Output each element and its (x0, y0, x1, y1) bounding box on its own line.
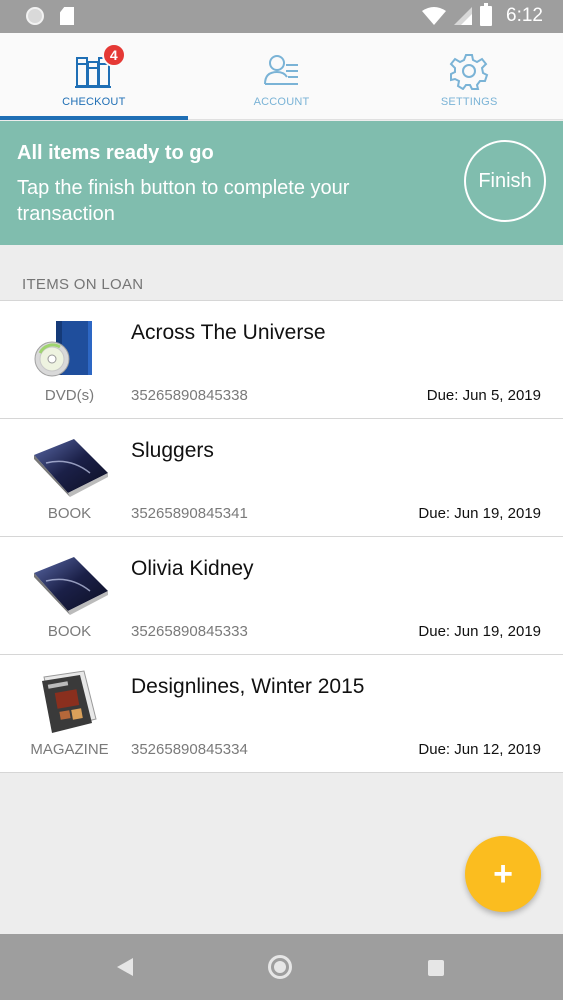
tab-settings[interactable]: SETTINGS (375, 33, 563, 119)
item-due-date: Due: Jun 12, 2019 (418, 741, 541, 758)
tab-account[interactable]: ACCOUNT (188, 33, 376, 119)
tab-account-label: ACCOUNT (253, 96, 310, 108)
battery-icon (480, 3, 493, 26)
item-barcode: 35265890845338 (131, 387, 248, 404)
recents-icon[interactable] (428, 960, 444, 976)
tab-settings-label: SETTINGS (440, 96, 498, 108)
item-due-date: Due: Jun 19, 2019 (418, 623, 541, 640)
books-icon: 4 (74, 43, 126, 90)
magazine-icon (30, 669, 110, 735)
item-due-date: Due: Jun 5, 2019 (426, 387, 541, 404)
status-bar: 6:12 (0, 0, 563, 33)
banner-title: All items ready to go (17, 142, 214, 164)
sd-card-icon (60, 7, 74, 25)
list-item[interactable]: DVD(s) Across The Universe 3526589084533… (0, 301, 563, 419)
list-item[interactable]: BOOK Sluggers 35265890845341 Due: Jun 19… (0, 419, 563, 537)
item-type: DVD(s) (44, 387, 95, 404)
item-title: Sluggers (131, 439, 214, 462)
loan-items-list: DVD(s) Across The Universe 3526589084533… (0, 300, 563, 773)
system-nav-bar (0, 934, 563, 1000)
item-title: Olivia Kidney (131, 557, 254, 580)
user-card-icon (262, 52, 302, 90)
item-barcode: 35265890845341 (131, 505, 248, 522)
circle-icon (26, 7, 44, 25)
wifi-icon (422, 7, 447, 25)
book-icon (30, 551, 110, 617)
list-item[interactable]: BOOK Olivia Kidney 35265890845333 Due: J… (0, 537, 563, 655)
finish-button[interactable]: Finish (464, 140, 546, 222)
tab-checkout[interactable]: 4 CHECKOUT (0, 33, 188, 120)
home-icon[interactable] (268, 955, 292, 979)
item-type: MAGAZINE (30, 741, 109, 758)
item-type: BOOK (47, 623, 92, 640)
active-tab-indicator (0, 116, 188, 120)
tab-bar: 4 CHECKOUT ACCOUNT SETTINGS (0, 33, 563, 120)
item-title: Across The Universe (131, 321, 326, 344)
gear-icon (449, 52, 489, 91)
signal-icon (454, 7, 473, 25)
book-icon (30, 433, 110, 499)
checkout-count-badge: 4 (101, 43, 126, 67)
banner-text: Tap the finish button to complete your t… (17, 177, 350, 225)
item-due-date: Due: Jun 19, 2019 (418, 505, 541, 522)
tab-checkout-label: CHECKOUT (62, 96, 126, 108)
clock: 6:12 (506, 5, 543, 26)
dvd-icon (30, 315, 110, 381)
add-item-button[interactable]: + (465, 836, 541, 912)
back-icon[interactable] (117, 958, 133, 976)
item-type: BOOK (47, 505, 92, 522)
item-title: Designlines, Winter 2015 (131, 675, 365, 698)
item-barcode: 35265890845334 (131, 741, 248, 758)
list-item[interactable]: MAGAZINE Designlines, Winter 2015 352658… (0, 655, 563, 773)
section-header: ITEMS ON LOAN (22, 276, 144, 293)
item-barcode: 35265890845333 (131, 623, 248, 640)
